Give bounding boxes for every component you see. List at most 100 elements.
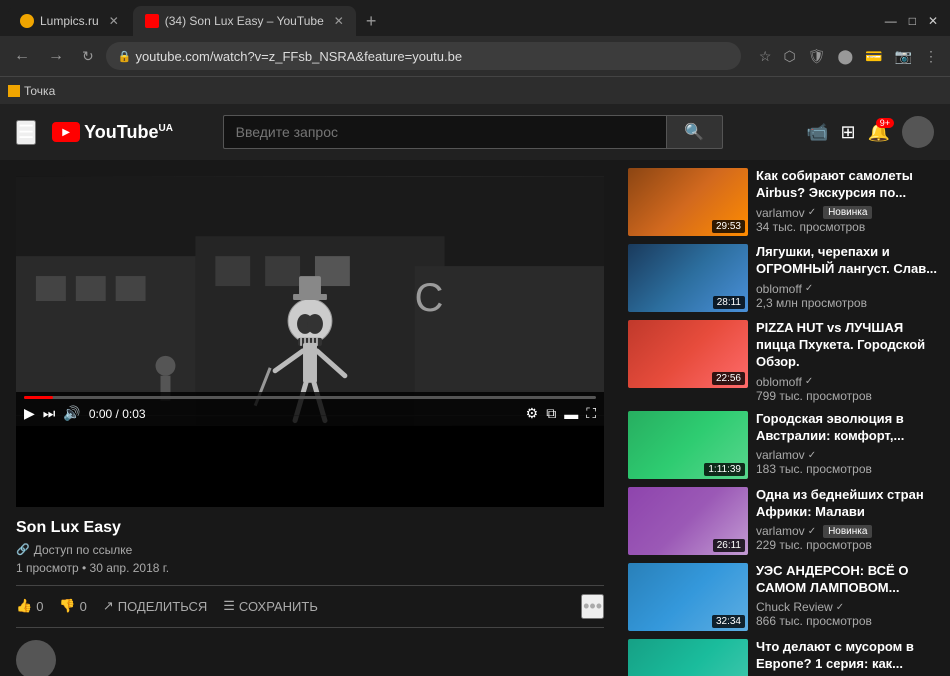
lumpics-favicon xyxy=(20,14,34,28)
sidebar-item[interactable]: 29:53 Как собирают самолеты Airbus? Экск… xyxy=(628,168,942,236)
verified-icon: ✓ xyxy=(836,602,844,613)
sidebar-thumbnail: 28:11 xyxy=(628,244,748,312)
upload-icon[interactable]: 📹 xyxy=(806,122,828,143)
sidebar-thumbnail: 1:11:39 xyxy=(628,411,748,479)
sidebar-item[interactable]: 1:11:39 Городская эволюция в Австралии: … xyxy=(628,411,942,479)
control-row: ▶ ⏭ 🔊 0:00 / 0:03 ⚙ ⧉ ▬ ⛶ xyxy=(24,405,596,422)
video-access: 🔗 Доступ по ссылке xyxy=(16,543,604,557)
link-icon: 🔗 xyxy=(16,543,30,556)
sidebar-thumbnail: 26:11 xyxy=(628,487,748,555)
youtube-header: ☰ YouTubeUA 🔍 📹 ⊞ 🔔 9+ xyxy=(0,104,950,160)
like-button[interactable]: 👍 0 xyxy=(16,598,43,614)
sidebar-item-channel: oblomoff ✓ xyxy=(756,375,942,389)
sidebar-item-views: 34 тыс. просмотров xyxy=(756,220,942,234)
address-bar[interactable]: 🔒 youtube.com/watch?v=z_FFsb_NSRA&featur… xyxy=(106,42,741,70)
play-button[interactable]: ▶ xyxy=(24,405,35,422)
dislike-count: 0 xyxy=(80,599,87,614)
video-progress-bar[interactable] xyxy=(24,396,596,399)
theater-button[interactable]: ▬ xyxy=(564,406,578,422)
hamburger-menu-button[interactable]: ☰ xyxy=(16,120,36,145)
sidebar-item-views: 799 тыс. просмотров xyxy=(756,389,942,403)
refresh-button[interactable]: ↻ xyxy=(76,44,100,69)
search-input[interactable] xyxy=(223,115,667,149)
maximize-button[interactable]: □ xyxy=(909,14,916,28)
video-duration: 28:11 xyxy=(713,296,745,309)
apps-icon[interactable]: ⊞ xyxy=(840,122,855,143)
window-controls: — □ ✕ xyxy=(885,14,950,28)
share-button[interactable]: ↗ ПОДЕЛИТЬСЯ xyxy=(103,598,207,614)
video-frame: C ▶ ⏭ 🔊 0:00 / 0: xyxy=(16,176,604,426)
sidebar-item-channel: varlamov ✓ xyxy=(756,448,942,462)
miniplayer-button[interactable]: ⧉ xyxy=(546,405,556,422)
bookmark-bar: Точка xyxy=(0,76,950,104)
sidebar-item-info: Одна из беднейших стран Африки: Малави v… xyxy=(756,487,942,555)
user-avatar[interactable] xyxy=(902,116,934,148)
forward-button[interactable]: → xyxy=(42,43,70,69)
nav-bar: ← → ↻ 🔒 youtube.com/watch?v=z_FFsb_NSRA&… xyxy=(0,36,950,76)
video-player[interactable]: C ▶ ⏭ 🔊 0:00 / 0: xyxy=(16,176,604,507)
back-button[interactable]: ← xyxy=(8,43,36,69)
sidebar-item-info: PIZZA HUT vs ЛУЧШАЯ пицца Пхукета. Город… xyxy=(756,320,942,403)
address-text: youtube.com/watch?v=z_FFsb_NSRA&feature=… xyxy=(135,49,462,64)
tab-youtube[interactable]: (34) Son Lux Easy – YouTube ✕ xyxy=(133,6,356,36)
youtube-logo[interactable]: YouTubeUA xyxy=(52,122,173,143)
opera-icon[interactable]: ⬡ xyxy=(779,44,799,69)
video-duration: 26:11 xyxy=(713,539,745,552)
next-button[interactable]: ⏭ xyxy=(43,405,56,422)
video-controls: ▶ ⏭ 🔊 0:00 / 0:03 ⚙ ⧉ ▬ ⛶ xyxy=(16,392,604,426)
sidebar-item[interactable]: 26:11 Одна из беднейших стран Африки: Ма… xyxy=(628,487,942,555)
sidebar-item[interactable]: 28:11 Лягушки, черепахи и ОГРОМНЫЙ лангу… xyxy=(628,244,942,312)
video-duration: 32:34 xyxy=(712,615,745,628)
fullscreen-button[interactable]: ⛶ xyxy=(586,405,596,422)
sidebar-item[interactable]: 22:56 PIZZA HUT vs ЛУЧШАЯ пицца Пхукета.… xyxy=(628,320,942,403)
tab-lumpics[interactable]: Lumpics.ru ✕ xyxy=(8,6,131,36)
youtube-logo-text: YouTubeUA xyxy=(84,122,173,143)
header-right: 📹 ⊞ 🔔 9+ xyxy=(806,116,934,148)
search-bar: 🔍 xyxy=(223,115,723,149)
star-icon[interactable]: ☆ xyxy=(755,44,776,69)
vpn-icon[interactable]: ⬤ xyxy=(833,44,857,69)
sidebar-item-channel: varlamov ✓ Новинка xyxy=(756,206,942,220)
bookmark-tochka[interactable]: Точка xyxy=(8,84,55,98)
youtube-logo-icon xyxy=(52,122,80,142)
sidebar-item-channel: oblomoff ✓ xyxy=(756,282,942,296)
ssl-lock-icon: 🔒 xyxy=(118,50,132,63)
close-button[interactable]: ✕ xyxy=(928,14,938,28)
notifications-icon[interactable]: 🔔 9+ xyxy=(868,122,890,143)
bookmark-label: Точка xyxy=(24,84,55,98)
sidebar: 29:53 Как собирают самолеты Airbus? Экск… xyxy=(620,160,950,676)
notification-badge: 9+ xyxy=(876,118,894,128)
more-actions-button[interactable]: ••• xyxy=(581,594,604,619)
search-button[interactable]: 🔍 xyxy=(667,115,723,149)
video-duration: 22:56 xyxy=(712,372,745,385)
right-controls: ⚙ ⧉ ▬ ⛶ xyxy=(526,405,596,422)
verified-icon: ✓ xyxy=(808,526,816,537)
sidebar-item[interactable]: 50:21 Что делают с мусором в Европе? 1 с… xyxy=(628,639,942,676)
settings-button[interactable]: ⚙ xyxy=(526,405,539,422)
sidebar-thumbnail: 50:21 xyxy=(628,639,748,676)
like-count: 0 xyxy=(36,599,43,614)
thumbs-up-icon: 👍 xyxy=(16,598,32,614)
browser-actions: ☆ ⬡ 🛡 ⬤ 💳 📷 ⋮ xyxy=(755,44,942,69)
sidebar-item-views: 229 тыс. просмотров xyxy=(756,538,942,552)
wallet-icon[interactable]: 💳 xyxy=(861,44,886,69)
share-icon: ↗ xyxy=(103,598,114,614)
browser-chrome: Lumpics.ru ✕ (34) Son Lux Easy – YouTube… xyxy=(0,0,950,104)
dislike-button[interactable]: 👎 0 xyxy=(59,598,86,614)
tab-lumpics-close[interactable]: ✕ xyxy=(109,14,119,28)
add-tab-button[interactable]: + xyxy=(366,11,377,32)
video-visual: C xyxy=(16,176,604,426)
minimize-button[interactable]: — xyxy=(885,14,897,28)
sidebar-item-channel: varlamov ✓ Новинка xyxy=(756,524,942,538)
menu-icon[interactable]: ⋮ xyxy=(920,44,942,69)
sidebar-item[interactable]: 32:34 УЭС АНДЕРСОН: ВСЁ О САМОМ ЛАМПОВОМ… xyxy=(628,563,942,631)
snapshot-icon[interactable]: 📷 xyxy=(891,44,916,69)
sidebar-item-views: 866 тыс. просмотров xyxy=(756,614,942,628)
shield-icon[interactable]: 🛡 xyxy=(804,44,830,69)
save-button[interactable]: ☰ СОХРАНИТЬ xyxy=(223,598,318,614)
video-actions: 👍 0 👎 0 ↗ ПОДЕЛИТЬСЯ ☰ СОХРАНИТЬ ••• xyxy=(16,585,604,628)
verified-icon: ✓ xyxy=(805,283,813,294)
sidebar-item-info: Что делают с мусором в Европе? 1 серия: … xyxy=(756,639,942,676)
tab-youtube-close[interactable]: ✕ xyxy=(334,14,344,28)
volume-button[interactable]: 🔊 xyxy=(63,405,80,422)
